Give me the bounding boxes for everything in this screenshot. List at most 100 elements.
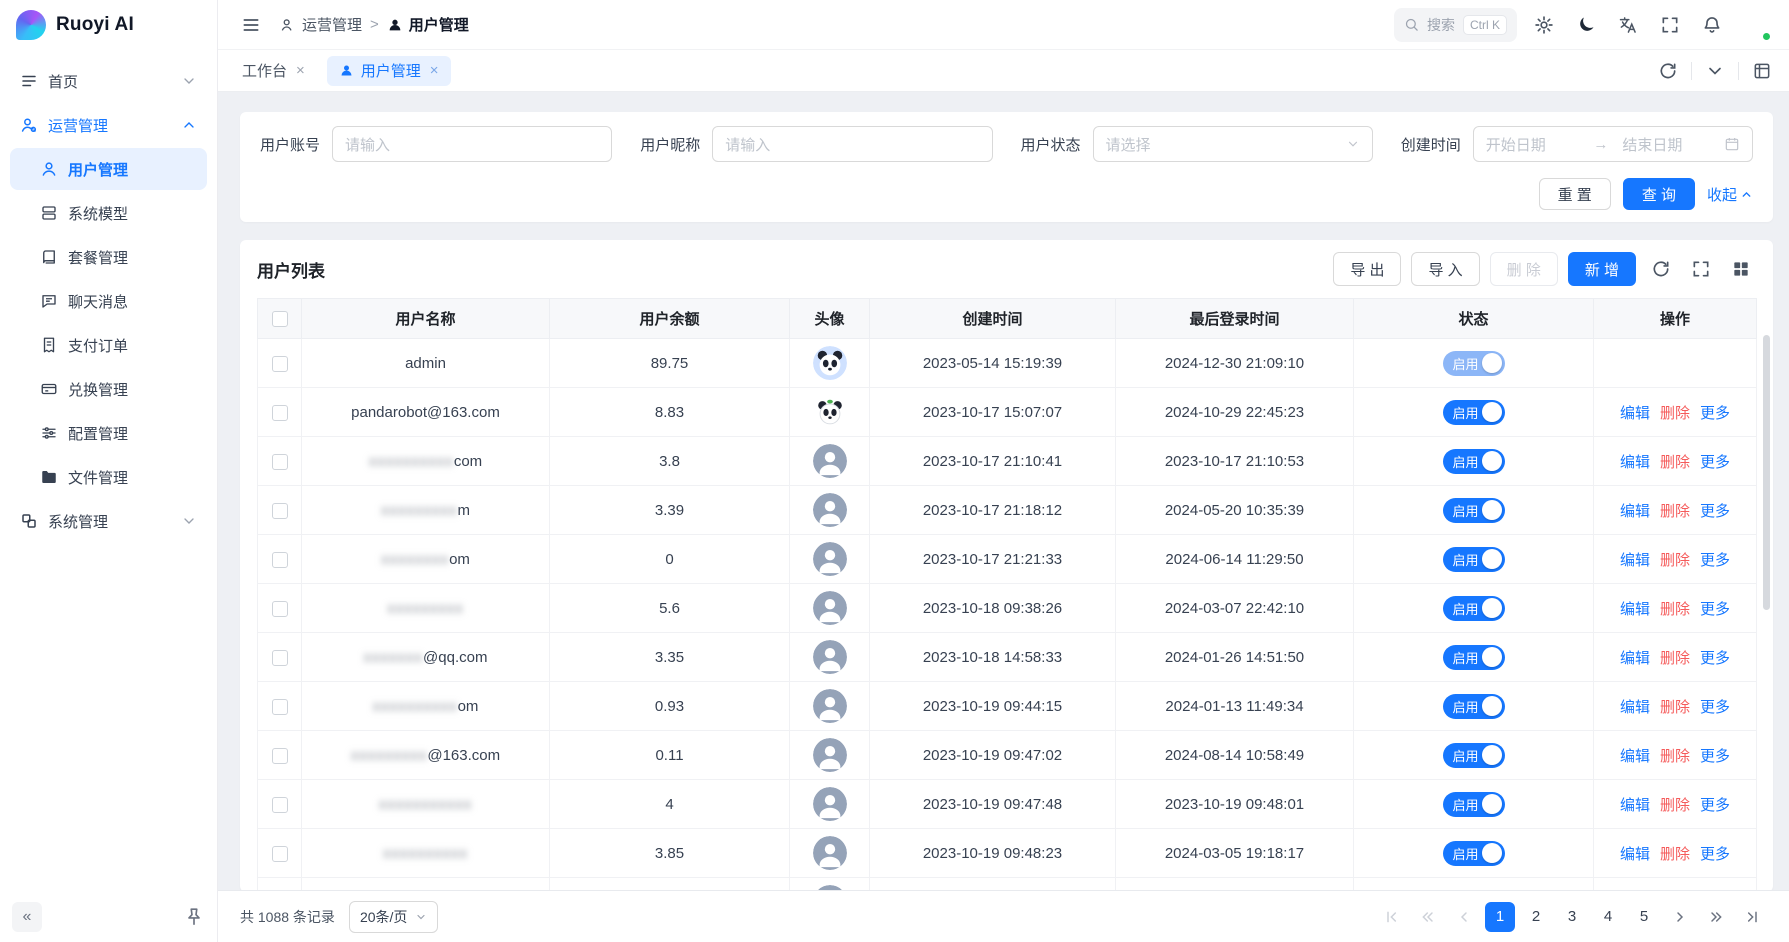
page-button-5[interactable]: 5 xyxy=(1629,902,1659,932)
refresh-icon[interactable] xyxy=(1646,254,1676,284)
settings-gear-icon[interactable] xyxy=(1529,10,1559,40)
edit-link[interactable]: 编辑 xyxy=(1620,699,1650,716)
more-link[interactable]: 更多 xyxy=(1700,699,1730,716)
sidebar-item-operations[interactable]: 运营管理 xyxy=(10,104,207,146)
status-toggle[interactable]: 启用 xyxy=(1443,694,1505,719)
more-link[interactable]: 更多 xyxy=(1700,650,1730,667)
add-button[interactable]: 新 增 xyxy=(1568,252,1636,286)
dark-mode-moon-icon[interactable] xyxy=(1571,10,1601,40)
fullscreen-icon[interactable] xyxy=(1686,254,1716,284)
page-size-select[interactable]: 20条/页 xyxy=(349,901,438,933)
breadcrumb-user-management[interactable]: 用户管理 xyxy=(387,14,469,35)
sidebar-item-file[interactable]: 文件管理 xyxy=(10,456,207,498)
delete-link[interactable]: 删除 xyxy=(1660,601,1690,618)
chevron-down-icon[interactable] xyxy=(1700,56,1730,86)
row-checkbox[interactable] xyxy=(272,405,288,421)
page-button-1[interactable]: 1 xyxy=(1485,902,1515,932)
account-input[interactable]: 请输入 xyxy=(332,126,612,162)
next-page-button[interactable] xyxy=(1665,902,1695,932)
status-toggle[interactable]: 启用 xyxy=(1443,498,1505,523)
refresh-icon[interactable] xyxy=(1653,56,1683,86)
more-link[interactable]: 更多 xyxy=(1700,405,1730,422)
search-button[interactable]: 查 询 xyxy=(1623,178,1695,210)
edit-link[interactable]: 编辑 xyxy=(1620,503,1650,520)
delete-link[interactable]: 删除 xyxy=(1660,797,1690,814)
status-toggle[interactable]: 启用 xyxy=(1443,400,1505,425)
row-checkbox[interactable] xyxy=(272,650,288,666)
import-button[interactable]: 导 入 xyxy=(1411,252,1479,286)
layout-fullscreen-icon[interactable] xyxy=(1747,56,1777,86)
status-toggle[interactable]: 启用 xyxy=(1443,841,1505,866)
status-toggle[interactable]: 启用 xyxy=(1443,449,1505,474)
status-toggle[interactable]: 启用 xyxy=(1443,351,1505,376)
date-range-input[interactable]: 开始日期 → 结束日期 xyxy=(1473,126,1753,162)
notifications-bell-icon[interactable] xyxy=(1697,10,1727,40)
status-select[interactable]: 请选择 xyxy=(1093,126,1373,162)
edit-link[interactable]: 编辑 xyxy=(1620,601,1650,618)
status-toggle[interactable]: 启用 xyxy=(1443,743,1505,768)
row-checkbox[interactable] xyxy=(272,601,288,617)
row-checkbox[interactable] xyxy=(272,356,288,372)
user-avatar[interactable] xyxy=(1739,9,1771,41)
column-settings-grid-icon[interactable] xyxy=(1726,254,1756,284)
nickname-input[interactable]: 请输入 xyxy=(712,126,992,162)
sidebar-item-user[interactable]: 用户管理 xyxy=(10,148,207,190)
row-checkbox[interactable] xyxy=(272,797,288,813)
delete-link[interactable]: 删除 xyxy=(1660,699,1690,716)
fullscreen-icon[interactable] xyxy=(1655,10,1685,40)
edit-link[interactable]: 编辑 xyxy=(1620,846,1650,863)
delete-button[interactable]: 删 除 xyxy=(1490,252,1558,286)
delete-link[interactable]: 删除 xyxy=(1660,846,1690,863)
sidebar-item-chat[interactable]: 聊天消息 xyxy=(10,280,207,322)
edit-link[interactable]: 编辑 xyxy=(1620,748,1650,765)
row-checkbox[interactable] xyxy=(272,552,288,568)
close-icon[interactable]: × xyxy=(430,62,439,79)
status-toggle[interactable]: 启用 xyxy=(1443,890,1505,891)
status-toggle[interactable]: 启用 xyxy=(1443,547,1505,572)
edit-link[interactable]: 编辑 xyxy=(1620,405,1650,422)
prev-page-button[interactable] xyxy=(1449,902,1479,932)
logo-row[interactable]: Ruoyi AI xyxy=(0,0,217,50)
select-all-checkbox[interactable] xyxy=(272,311,288,327)
global-search[interactable]: 搜索 Ctrl K xyxy=(1394,8,1517,42)
delete-link[interactable]: 删除 xyxy=(1660,748,1690,765)
sidebar-item-order[interactable]: 支付订单 xyxy=(10,324,207,366)
delete-link[interactable]: 删除 xyxy=(1660,650,1690,667)
more-link[interactable]: 更多 xyxy=(1700,846,1730,863)
more-link[interactable]: 更多 xyxy=(1700,552,1730,569)
first-page-button[interactable] xyxy=(1377,902,1407,932)
status-toggle[interactable]: 启用 xyxy=(1443,596,1505,621)
page-button-2[interactable]: 2 xyxy=(1521,902,1551,932)
sidebar-item-config[interactable]: 配置管理 xyxy=(10,412,207,454)
more-link[interactable]: 更多 xyxy=(1700,748,1730,765)
sidebar-item-system[interactable]: 系统管理 xyxy=(10,500,207,542)
collapse-filter-link[interactable]: 收起 xyxy=(1707,184,1753,205)
row-checkbox[interactable] xyxy=(272,503,288,519)
more-link[interactable]: 更多 xyxy=(1700,503,1730,520)
prev-5-pages-button[interactable] xyxy=(1413,902,1443,932)
sidebar-item-model[interactable]: 系统模型 xyxy=(10,192,207,234)
sidebar-item-package[interactable]: 套餐管理 xyxy=(10,236,207,278)
last-page-button[interactable] xyxy=(1737,902,1767,932)
more-link[interactable]: 更多 xyxy=(1700,454,1730,471)
row-checkbox[interactable] xyxy=(272,454,288,470)
more-link[interactable]: 更多 xyxy=(1700,797,1730,814)
pin-icon[interactable] xyxy=(183,906,205,928)
row-checkbox[interactable] xyxy=(272,846,288,862)
tab-workbench[interactable]: 工作台 × xyxy=(230,56,317,86)
delete-link[interactable]: 删除 xyxy=(1660,503,1690,520)
next-5-pages-button[interactable] xyxy=(1701,902,1731,932)
more-link[interactable]: 更多 xyxy=(1700,601,1730,618)
edit-link[interactable]: 编辑 xyxy=(1620,552,1650,569)
close-icon[interactable]: × xyxy=(296,62,305,79)
row-checkbox[interactable] xyxy=(272,699,288,715)
sidebar-item-home[interactable]: 首页 xyxy=(10,60,207,102)
delete-link[interactable]: 删除 xyxy=(1660,454,1690,471)
edit-link[interactable]: 编辑 xyxy=(1620,650,1650,667)
hamburger-menu-icon[interactable] xyxy=(236,10,266,40)
delete-link[interactable]: 删除 xyxy=(1660,405,1690,422)
table-scrollbar[interactable] xyxy=(1763,335,1770,610)
edit-link[interactable]: 编辑 xyxy=(1620,454,1650,471)
translate-icon[interactable] xyxy=(1613,10,1643,40)
export-button[interactable]: 导 出 xyxy=(1333,252,1401,286)
